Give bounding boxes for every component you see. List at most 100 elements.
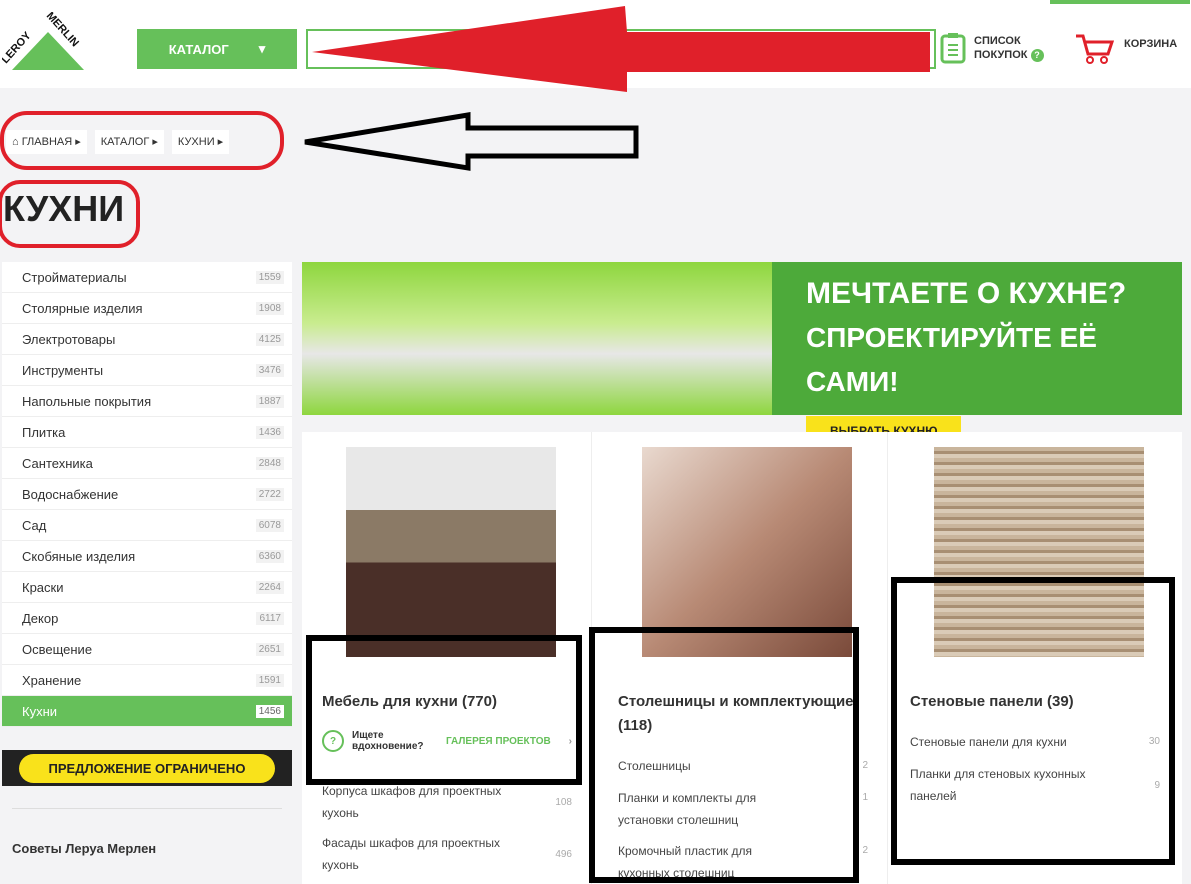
sidebar-item-label: Освещение — [22, 641, 93, 657]
sidebar-item-label: Хранение — [22, 672, 82, 688]
breadcrumb-kitchens[interactable]: КУХНИ ▸ — [171, 130, 230, 154]
sidebar-item-label: Декор — [22, 610, 59, 626]
sidebar-item-label: Электротовары — [22, 331, 116, 347]
countertops-image[interactable] — [642, 447, 852, 657]
banner-line-1: МЕЧТАЕТЕ О КУХНЕ? — [806, 277, 1127, 310]
divider — [12, 808, 282, 809]
site-header: LEROY MERLIN КАТАЛОГ ▾ СПИСОК ПОКУПОК ? КО… — [0, 0, 1191, 88]
sidebar-item[interactable]: Освещение 2651 — [2, 634, 292, 665]
sidebar-item-count: 6078 — [255, 518, 284, 532]
subcategory-label: Кромочный пластик для кухонных столешниц — [618, 844, 752, 880]
tips-heading: Советы Леруа Мерлен — [12, 841, 157, 856]
category-sidebar: Стройматериалы 1559 Столярные изделия 1908 Э… — [2, 262, 292, 727]
kitchen-design-banner[interactable]: МЕЧТАЕТЕ О КУХНЕ? СПРОЕКТИРУЙТЕ ЕЁ САМИ!… — [302, 262, 1182, 446]
top-accent-bar — [1050, 0, 1190, 4]
category-cards: Мебель для кухни (770) ? Ищете вдохновени… — [302, 432, 1182, 884]
wall-panels-image[interactable] — [934, 447, 1144, 657]
sidebar-item[interactable]: Электротовары 4125 — [2, 324, 292, 355]
sidebar-item-count: 3476 — [255, 363, 284, 377]
sidebar-item-label: Сад — [22, 517, 47, 533]
home-icon: ⌂ — [12, 136, 19, 148]
breadcrumb: ⌂ ГЛАВНАЯ ▸ КАТАЛОГ ▸ КУХНИ ▸ — [6, 130, 230, 154]
sidebar-item-count: 2264 — [255, 580, 284, 594]
sidebar-item-count: 1908 — [255, 301, 284, 315]
subcategory-item[interactable]: Стеновые панели для кухни 30 — [910, 731, 1160, 753]
subcategory-label: Столешницы — [618, 759, 691, 773]
subcategory-count: 2 — [862, 760, 868, 771]
subcategory-item[interactable]: Фасады шкафов для проектных кухонь 496 — [322, 832, 572, 876]
sidebar-item-label: Стройматериалы — [22, 269, 127, 285]
sidebar-item-label: Напольные покрытия — [22, 393, 152, 409]
inspiration-row[interactable]: ? Ищете вдохновение? ГАЛЕРЕЯ ПРОЕКТОВ › — [322, 730, 572, 752]
sidebar-item-count: 1436 — [255, 425, 284, 439]
catalog-button[interactable]: КАТАЛОГ ▾ — [137, 29, 297, 69]
card-countertops: Столешницы и комплектующие (118) Столешн… — [598, 432, 888, 884]
breadcrumb-catalog[interactable]: КАТАЛОГ ▸ — [94, 130, 164, 154]
cart-label: КОРЗИНА — [1124, 38, 1178, 50]
sidebar-item-label: Сантехника — [22, 455, 93, 471]
sidebar-item[interactable]: Столярные изделия 1908 — [2, 293, 292, 324]
page-title: КУХНИ — [3, 188, 125, 229]
search-input[interactable] — [306, 29, 936, 69]
sidebar-item[interactable]: Стройматериалы 1559 — [2, 262, 292, 293]
help-icon[interactable]: ? — [1030, 49, 1044, 62]
sidebar-item-label: Кухни — [22, 703, 58, 719]
sidebar-item-count: 6117 — [256, 611, 284, 625]
sidebar-item-label: Плитка — [22, 424, 66, 440]
kitchen-furniture-image[interactable] — [346, 447, 556, 657]
sidebar-item-label: Скобяные изделия — [22, 548, 136, 564]
shopping-list-label-2: ПОКУПОК — [974, 49, 1028, 61]
sidebar-item[interactable]: Водоснабжение 2722 — [2, 479, 292, 510]
gallery-link[interactable]: ГАЛЕРЕЯ ПРОЕКТОВ — [446, 736, 551, 747]
subcategory-label: Корпуса шкафов для проектных кухонь — [322, 784, 502, 820]
sidebar-item[interactable]: Кухни 1456 — [2, 696, 292, 727]
shopping-list-label: СПИСОК — [974, 35, 1021, 47]
sidebar-item-count: 1456 — [255, 704, 284, 718]
sidebar-item-count: 2722 — [255, 487, 284, 501]
sidebar-item[interactable]: Хранение 1591 — [2, 665, 292, 696]
subcategory-count: 9 — [1154, 780, 1160, 791]
sidebar-item[interactable]: Инструменты 3476 — [2, 355, 292, 386]
sidebar-item-label: Столярные изделия — [22, 300, 143, 316]
subcategory-count: 30 — [1148, 736, 1160, 747]
card-kitchen-furniture: Мебель для кухни (770) ? Ищете вдохновени… — [302, 432, 592, 884]
sidebar-item-count: 2651 — [255, 642, 284, 656]
subcategory-item[interactable]: Столешницы 2 — [618, 755, 868, 777]
subcategory-item[interactable]: Планки и комплекты для установки столешн… — [618, 787, 868, 831]
promo-banner[interactable]: ПРЕДЛОЖЕНИЕ ОГРАНИЧЕНО — [2, 750, 292, 786]
kitchen-banner-image — [302, 262, 772, 415]
subcategory-count: 496 — [555, 849, 572, 860]
leroy-merlin-logo[interactable]: LEROY MERLIN — [2, 12, 94, 72]
subcategory-item[interactable]: Кромочный пластик для кухонных столешниц… — [618, 840, 868, 884]
chevron-down-icon: ▾ — [258, 41, 266, 56]
sidebar-item[interactable]: Скобяные изделия 6360 — [2, 541, 292, 572]
inspiration-text: Ищете вдохновение? — [352, 730, 424, 752]
breadcrumb-home[interactable]: ⌂ ГЛАВНАЯ ▸ — [6, 130, 87, 154]
subcategory-item[interactable]: Планки для стеновых кухонных панелей 9 — [910, 763, 1160, 807]
black-arrow-annotation — [304, 112, 639, 171]
card-title[interactable]: Мебель для кухни (770) — [322, 690, 562, 714]
subcategory-item[interactable]: Корпуса шкафов для проектных кухонь 108 — [322, 780, 572, 824]
sidebar-item[interactable]: Сад 6078 — [2, 510, 292, 541]
sidebar-item-count: 6360 — [255, 549, 284, 563]
subcategory-label: Фасады шкафов для проектных кухонь — [322, 836, 500, 872]
crumb-label: ГЛАВНАЯ — [21, 136, 73, 148]
sidebar-item[interactable]: Плитка 1436 — [2, 417, 292, 448]
subcategory-label: Стеновые панели для кухни — [910, 735, 1067, 749]
card-title[interactable]: Стеновые панели (39) — [910, 690, 1150, 714]
banner-line-2: СПРОЕКТИРУЙТЕ ЕЁ САМИ! — [806, 322, 1097, 397]
sidebar-item-count: 1591 — [255, 673, 284, 687]
sidebar-item[interactable]: Сантехника 2848 — [2, 448, 292, 479]
sidebar-item[interactable]: Краски 2264 — [2, 572, 292, 603]
subcategory-count: 2 — [862, 845, 868, 856]
sidebar-item-count: 1559 — [255, 270, 284, 284]
sidebar-item-count: 1887 — [255, 394, 284, 408]
cart-button[interactable]: КОРЗИНА — [1074, 32, 1177, 64]
sidebar-item-count: 2848 — [255, 456, 284, 470]
sidebar-item[interactable]: Декор 6117 — [2, 603, 292, 634]
sidebar-item-count: 4125 — [255, 332, 284, 346]
promo-label: ПРЕДЛОЖЕНИЕ ОГРАНИЧЕНО — [18, 753, 276, 783]
sidebar-item[interactable]: Напольные покрытия 1887 — [2, 386, 292, 417]
card-title[interactable]: Столешницы и комплектующие (118) — [618, 690, 858, 738]
shopping-list-button[interactable]: СПИСОК ПОКУПОК ? — [940, 32, 1044, 64]
